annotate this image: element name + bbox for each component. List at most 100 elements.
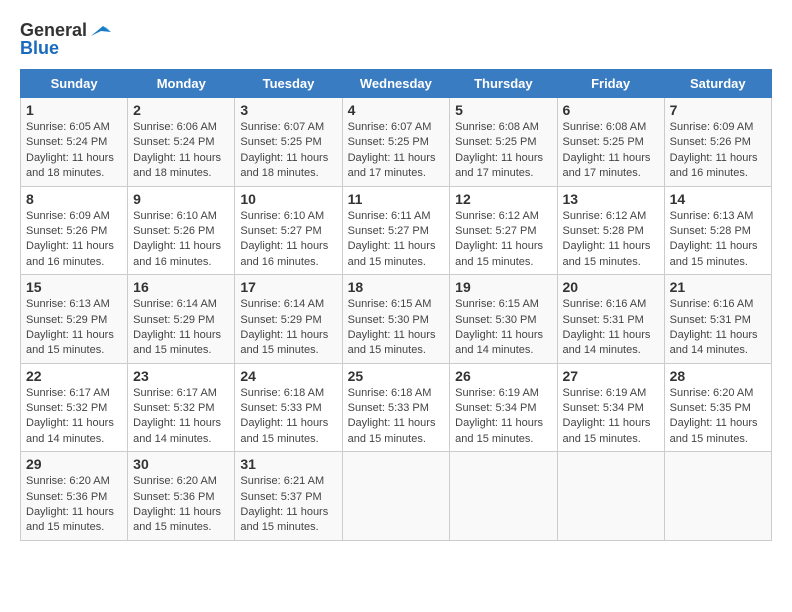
day-cell: 10 Sunrise: 6:10 AM Sunset: 5:27 PM Dayl…: [235, 186, 342, 275]
day-info: Sunrise: 6:11 AM Sunset: 5:27 PM Dayligh…: [348, 209, 445, 271]
day-cell: 6 Sunrise: 6:08 AM Sunset: 5:25 PM Dayli…: [557, 98, 664, 187]
day-cell: 2 Sunrise: 6:06 AM Sunset: 5:24 PM Dayli…: [128, 98, 235, 187]
day-number: 15: [26, 279, 122, 295]
day-info: Sunrise: 6:20 AM Sunset: 5:36 PM Dayligh…: [133, 474, 229, 536]
day-number: 29: [26, 456, 122, 472]
col-header-saturday: Saturday: [664, 70, 771, 98]
day-number: 19: [455, 279, 551, 295]
logo-text-block: General Blue: [20, 20, 111, 59]
day-cell: 16 Sunrise: 6:14 AM Sunset: 5:29 PM Dayl…: [128, 275, 235, 364]
col-header-sunday: Sunday: [21, 70, 128, 98]
day-info: Sunrise: 6:12 AM Sunset: 5:28 PM Dayligh…: [563, 209, 659, 271]
day-cell: 1 Sunrise: 6:05 AM Sunset: 5:24 PM Dayli…: [21, 98, 128, 187]
day-number: 20: [563, 279, 659, 295]
day-cell: 27 Sunrise: 6:19 AM Sunset: 5:34 PM Dayl…: [557, 363, 664, 452]
day-number: 4: [348, 102, 445, 118]
day-cell: 18 Sunrise: 6:15 AM Sunset: 5:30 PM Dayl…: [342, 275, 450, 364]
day-info: Sunrise: 6:17 AM Sunset: 5:32 PM Dayligh…: [26, 386, 122, 448]
calendar-table: SundayMondayTuesdayWednesdayThursdayFrid…: [20, 69, 772, 541]
day-info: Sunrise: 6:20 AM Sunset: 5:35 PM Dayligh…: [670, 386, 766, 448]
day-info: Sunrise: 6:16 AM Sunset: 5:31 PM Dayligh…: [670, 297, 766, 359]
day-info: Sunrise: 6:18 AM Sunset: 5:33 PM Dayligh…: [348, 386, 445, 448]
day-cell: 5 Sunrise: 6:08 AM Sunset: 5:25 PM Dayli…: [450, 98, 557, 187]
day-info: Sunrise: 6:07 AM Sunset: 5:25 PM Dayligh…: [240, 120, 336, 182]
day-cell: 15 Sunrise: 6:13 AM Sunset: 5:29 PM Dayl…: [21, 275, 128, 364]
day-number: 18: [348, 279, 445, 295]
day-number: 5: [455, 102, 551, 118]
day-number: 10: [240, 191, 336, 207]
day-number: 22: [26, 368, 122, 384]
day-info: Sunrise: 6:14 AM Sunset: 5:29 PM Dayligh…: [240, 297, 336, 359]
day-cell: 25 Sunrise: 6:18 AM Sunset: 5:33 PM Dayl…: [342, 363, 450, 452]
logo-container: General Blue: [20, 20, 111, 59]
day-info: Sunrise: 6:19 AM Sunset: 5:34 PM Dayligh…: [563, 386, 659, 448]
day-info: Sunrise: 6:07 AM Sunset: 5:25 PM Dayligh…: [348, 120, 445, 182]
day-cell: [664, 452, 771, 541]
day-number: 14: [670, 191, 766, 207]
day-info: Sunrise: 6:18 AM Sunset: 5:33 PM Dayligh…: [240, 386, 336, 448]
week-row-5: 29 Sunrise: 6:20 AM Sunset: 5:36 PM Dayl…: [21, 452, 772, 541]
day-cell: 14 Sunrise: 6:13 AM Sunset: 5:28 PM Dayl…: [664, 186, 771, 275]
day-number: 25: [348, 368, 445, 384]
day-number: 13: [563, 191, 659, 207]
day-info: Sunrise: 6:06 AM Sunset: 5:24 PM Dayligh…: [133, 120, 229, 182]
day-info: Sunrise: 6:17 AM Sunset: 5:32 PM Dayligh…: [133, 386, 229, 448]
day-info: Sunrise: 6:08 AM Sunset: 5:25 PM Dayligh…: [455, 120, 551, 182]
day-cell: 23 Sunrise: 6:17 AM Sunset: 5:32 PM Dayl…: [128, 363, 235, 452]
day-info: Sunrise: 6:13 AM Sunset: 5:28 PM Dayligh…: [670, 209, 766, 271]
day-info: Sunrise: 6:21 AM Sunset: 5:37 PM Dayligh…: [240, 474, 336, 536]
day-cell: 21 Sunrise: 6:16 AM Sunset: 5:31 PM Dayl…: [664, 275, 771, 364]
day-number: 7: [670, 102, 766, 118]
day-info: Sunrise: 6:15 AM Sunset: 5:30 PM Dayligh…: [348, 297, 445, 359]
day-cell: 29 Sunrise: 6:20 AM Sunset: 5:36 PM Dayl…: [21, 452, 128, 541]
day-info: Sunrise: 6:10 AM Sunset: 5:27 PM Dayligh…: [240, 209, 336, 271]
day-info: Sunrise: 6:08 AM Sunset: 5:25 PM Dayligh…: [563, 120, 659, 182]
day-cell: 9 Sunrise: 6:10 AM Sunset: 5:26 PM Dayli…: [128, 186, 235, 275]
day-number: 17: [240, 279, 336, 295]
logo-blue-text: Blue: [20, 38, 111, 59]
day-info: Sunrise: 6:14 AM Sunset: 5:29 PM Dayligh…: [133, 297, 229, 359]
day-number: 3: [240, 102, 336, 118]
day-number: 8: [26, 191, 122, 207]
day-cell: 3 Sunrise: 6:07 AM Sunset: 5:25 PM Dayli…: [235, 98, 342, 187]
day-number: 24: [240, 368, 336, 384]
col-header-monday: Monday: [128, 70, 235, 98]
col-header-friday: Friday: [557, 70, 664, 98]
day-cell: 4 Sunrise: 6:07 AM Sunset: 5:25 PM Dayli…: [342, 98, 450, 187]
day-cell: 12 Sunrise: 6:12 AM Sunset: 5:27 PM Dayl…: [450, 186, 557, 275]
day-cell: 31 Sunrise: 6:21 AM Sunset: 5:37 PM Dayl…: [235, 452, 342, 541]
day-cell: 26 Sunrise: 6:19 AM Sunset: 5:34 PM Dayl…: [450, 363, 557, 452]
day-cell: 13 Sunrise: 6:12 AM Sunset: 5:28 PM Dayl…: [557, 186, 664, 275]
day-cell: 20 Sunrise: 6:16 AM Sunset: 5:31 PM Dayl…: [557, 275, 664, 364]
day-number: 28: [670, 368, 766, 384]
day-number: 9: [133, 191, 229, 207]
day-info: Sunrise: 6:16 AM Sunset: 5:31 PM Dayligh…: [563, 297, 659, 359]
day-cell: 24 Sunrise: 6:18 AM Sunset: 5:33 PM Dayl…: [235, 363, 342, 452]
col-header-wednesday: Wednesday: [342, 70, 450, 98]
day-cell: 8 Sunrise: 6:09 AM Sunset: 5:26 PM Dayli…: [21, 186, 128, 275]
day-info: Sunrise: 6:12 AM Sunset: 5:27 PM Dayligh…: [455, 209, 551, 271]
week-row-1: 1 Sunrise: 6:05 AM Sunset: 5:24 PM Dayli…: [21, 98, 772, 187]
week-row-4: 22 Sunrise: 6:17 AM Sunset: 5:32 PM Dayl…: [21, 363, 772, 452]
day-info: Sunrise: 6:09 AM Sunset: 5:26 PM Dayligh…: [670, 120, 766, 182]
day-number: 21: [670, 279, 766, 295]
col-header-tuesday: Tuesday: [235, 70, 342, 98]
day-info: Sunrise: 6:10 AM Sunset: 5:26 PM Dayligh…: [133, 209, 229, 271]
day-number: 6: [563, 102, 659, 118]
day-cell: [342, 452, 450, 541]
day-cell: 28 Sunrise: 6:20 AM Sunset: 5:35 PM Dayl…: [664, 363, 771, 452]
day-number: 11: [348, 191, 445, 207]
day-info: Sunrise: 6:13 AM Sunset: 5:29 PM Dayligh…: [26, 297, 122, 359]
header-row: SundayMondayTuesdayWednesdayThursdayFrid…: [21, 70, 772, 98]
day-info: Sunrise: 6:09 AM Sunset: 5:26 PM Dayligh…: [26, 209, 122, 271]
day-cell: [557, 452, 664, 541]
day-info: Sunrise: 6:19 AM Sunset: 5:34 PM Dayligh…: [455, 386, 551, 448]
logo-wing-icon: [89, 22, 111, 40]
day-number: 12: [455, 191, 551, 207]
day-number: 1: [26, 102, 122, 118]
day-number: 23: [133, 368, 229, 384]
day-cell: 19 Sunrise: 6:15 AM Sunset: 5:30 PM Dayl…: [450, 275, 557, 364]
day-cell: [450, 452, 557, 541]
day-cell: 17 Sunrise: 6:14 AM Sunset: 5:29 PM Dayl…: [235, 275, 342, 364]
day-cell: 7 Sunrise: 6:09 AM Sunset: 5:26 PM Dayli…: [664, 98, 771, 187]
